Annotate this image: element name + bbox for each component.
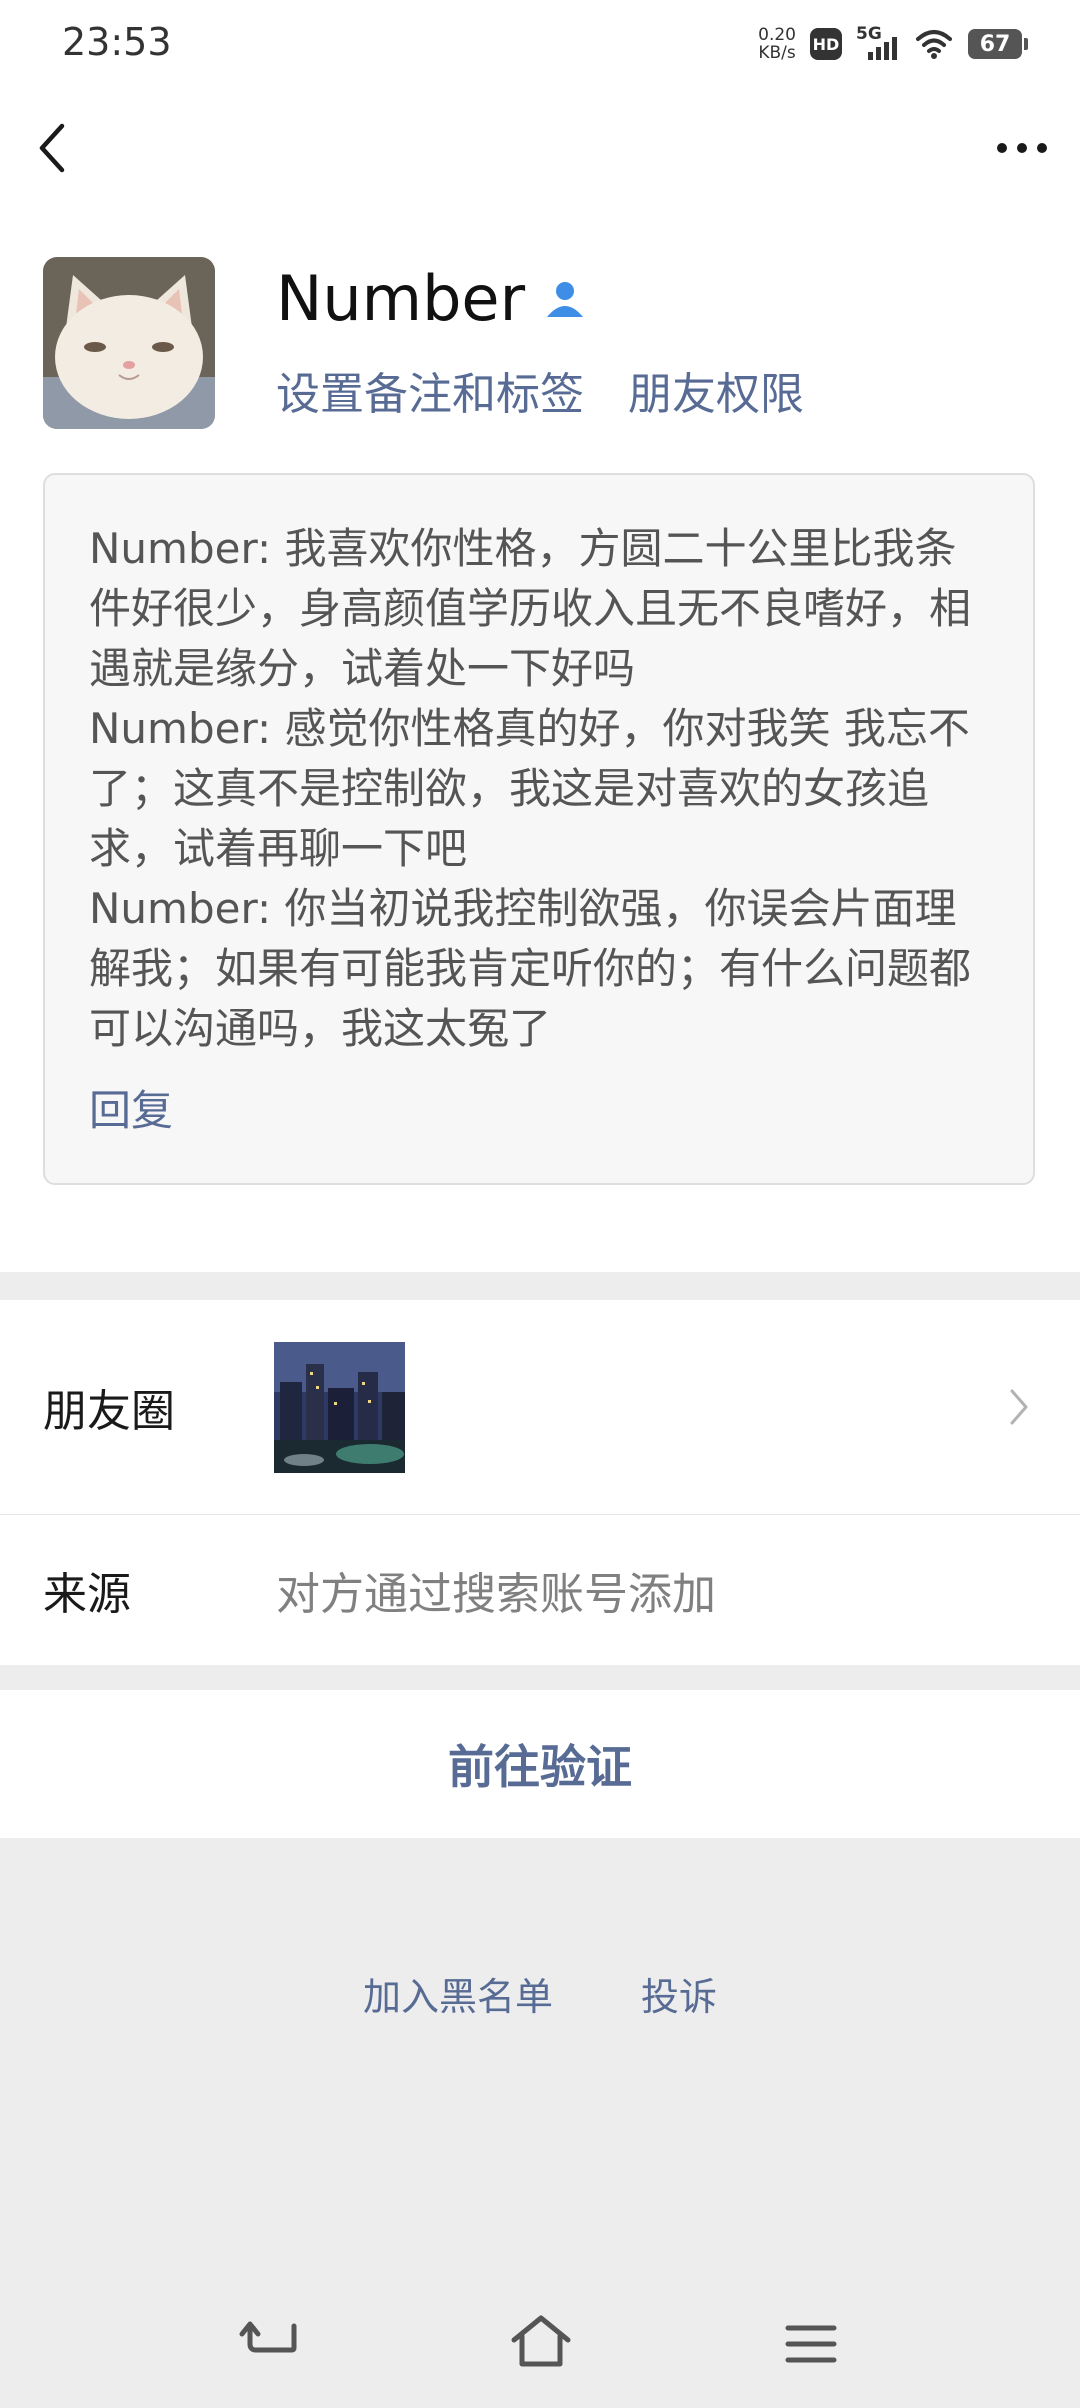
system-back-icon[interactable]: [236, 2310, 306, 2380]
friend-permissions-link[interactable]: 朋友权限: [628, 358, 804, 422]
system-menu-icon[interactable]: [776, 2310, 846, 2380]
profile-name: Number: [276, 262, 526, 335]
bottom-actions: 加入黑名单 投诉: [0, 1966, 1080, 2021]
status-icons: 0.20 KB/s HD 5G 67: [758, 22, 1028, 66]
profile-actions: 设置备注和标签 朋友权限: [276, 358, 804, 422]
report-link[interactable]: 投诉: [641, 1966, 717, 2021]
system-home-icon[interactable]: [506, 2310, 576, 2380]
greeting-message-box: Number: 我喜欢你性格，方圆二十公里比我条件好很少，身高颜值学历收入且无不…: [43, 473, 1035, 1185]
contact-person-icon: [547, 281, 584, 317]
message-line: Number: 感觉你性格真的好，你对我笑 我忘不了；这真不是控制欲，我这是对喜…: [89, 704, 970, 873]
add-to-blacklist-link[interactable]: 加入黑名单: [363, 1966, 553, 2021]
moments-label: 朋友圈: [43, 1386, 175, 1437]
wifi-icon: [916, 30, 952, 59]
signal-icon: 5G: [856, 24, 900, 62]
back-arrow-icon[interactable]: [30, 112, 74, 184]
verify-section: 前往验证: [0, 1690, 1080, 1838]
profile-name-row: Number: [276, 262, 587, 335]
reply-link[interactable]: 回复: [89, 1077, 993, 1138]
chevron-right-icon: [1010, 1389, 1028, 1425]
source-label: 来源: [43, 1569, 131, 1620]
go-verify-button[interactable]: 前往验证: [448, 1731, 632, 1797]
net-speed-unit: KB/s: [758, 43, 796, 63]
cat-avatar-image: [43, 257, 215, 429]
net-speed-indicator: 0.20 KB/s: [758, 26, 796, 62]
moments-thumbnail: [274, 1342, 405, 1473]
battery-icon: 67: [968, 29, 1028, 59]
avatar[interactable]: [43, 257, 215, 429]
net-speed-value: 0.20: [758, 25, 796, 45]
status-time: 23:53: [62, 20, 172, 64]
moments-row[interactable]: 朋友圈: [0, 1300, 1080, 1515]
system-nav-bar: [0, 2310, 1080, 2380]
message-line: Number: 我喜欢你性格，方圆二十公里比我条件好很少，身高颜值学历收入且无不…: [89, 524, 972, 693]
more-dots-icon[interactable]: [994, 132, 1050, 164]
source-row: 来源 对方通过搜索账号添加: [0, 1515, 1080, 1665]
set-remark-link[interactable]: 设置备注和标签: [276, 358, 584, 422]
source-value: 对方通过搜索账号添加: [276, 1569, 716, 1620]
city-night-image: [274, 1342, 405, 1473]
message-line: Number: 你当初说我控制欲强，你误会片面理解我；如果有可能我肯定听你的；有…: [89, 884, 972, 1053]
hd-icon: HD: [810, 28, 842, 60]
info-list: 朋友圈 来源 对方通过搜索账号添加: [0, 1300, 1080, 1665]
